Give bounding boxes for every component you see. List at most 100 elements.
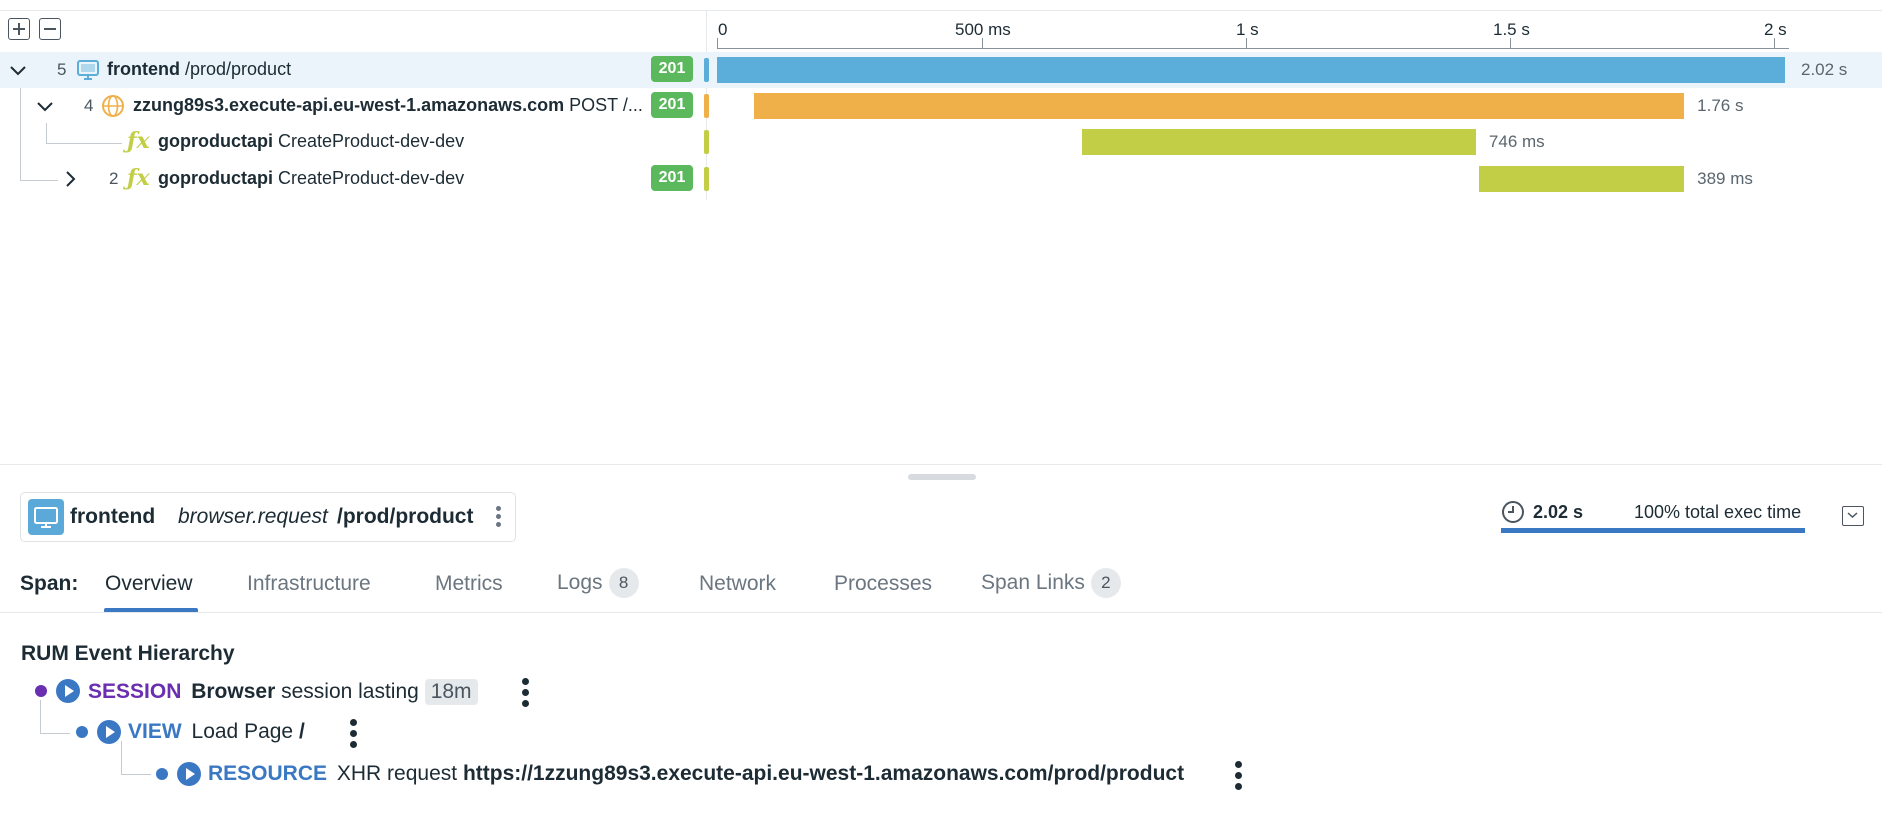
service-name: zzung89s3.execute-api.eu-west-1.amazonaw… <box>133 95 565 115</box>
span-duration: 389 ms <box>1697 169 1753 188</box>
chevron-right-icon[interactable] <box>60 169 80 189</box>
axis-tick-label: 0 <box>718 20 728 39</box>
function-icon: ƒx <box>127 128 150 154</box>
chevron-down-icon[interactable] <box>35 96 55 116</box>
resource-name: POST /... <box>569 95 643 115</box>
function-icon: ƒx <box>127 165 150 191</box>
tree-connector <box>40 733 70 734</box>
tab-infrastructure[interactable]: Infrastructure <box>247 572 371 596</box>
tab-label: Logs <box>557 571 603 594</box>
rum-view-row[interactable]: VIEW Load Page / <box>128 720 305 744</box>
chevron-down-icon[interactable] <box>8 60 28 80</box>
span-operation-name: browser.request <box>178 505 328 528</box>
play-icon[interactable] <box>177 762 201 786</box>
tree-connector <box>40 700 41 733</box>
service-name: goproductapi <box>158 168 273 188</box>
axis-tick-label: 1 s <box>1236 20 1259 39</box>
rum-event-bold: https://1zzung89s3.execute-api.eu-west-1… <box>462 762 1185 785</box>
rum-event-text: session lasting <box>281 680 419 703</box>
tab-metrics[interactable]: Metrics <box>435 572 503 596</box>
rum-resource-row[interactable]: RESOURCE XHR request https://1zzung89s3.… <box>208 762 1184 786</box>
span-label: goproductapi CreateProduct-dev-dev <box>158 168 464 189</box>
collapse-all-button[interactable] <box>39 18 61 40</box>
rum-event-text: XHR request <box>336 762 458 785</box>
tab-label: Infrastructure <box>247 572 371 595</box>
tab-label: Metrics <box>435 572 503 595</box>
status-badge: 201 <box>651 165 693 191</box>
monitor-icon <box>76 59 100 86</box>
tab-label: Span Links <box>981 571 1085 594</box>
span-bar[interactable] <box>1478 166 1685 192</box>
monitor-icon <box>28 499 64 535</box>
span-row[interactable]: ƒx goproductapi CreateProduct-dev-dev 74… <box>0 124 1882 160</box>
span-bar[interactable] <box>717 57 1785 83</box>
span-tabs-label: Span: <box>20 572 79 595</box>
rum-event-type: SESSION <box>88 680 182 703</box>
rum-session-row[interactable]: SESSION Browser session lasting 18m <box>88 679 478 705</box>
span-child-count: 2 <box>109 169 119 188</box>
tab-label: Network <box>699 572 777 595</box>
span-resource-name: /prod/product <box>337 505 474 528</box>
tab-overview[interactable]: Overview <box>105 572 193 596</box>
span-duration-summary: 2.02 s <box>1533 502 1584 522</box>
exec-time-label: 100% total exec time <box>1634 502 1802 522</box>
service-name: goproductapi <box>158 131 273 151</box>
axis-tick-label: 1.5 s <box>1493 20 1530 39</box>
span-bar[interactable] <box>1081 129 1476 155</box>
resize-handle[interactable] <box>908 474 976 480</box>
tab-logs[interactable]: Logs 8 <box>557 568 639 598</box>
span-service-name: frontend <box>70 505 156 528</box>
status-badge: 201 <box>651 92 693 118</box>
resource-name: /prod/product <box>185 59 292 79</box>
rum-event-type: VIEW <box>128 720 182 743</box>
span-row[interactable]: 2 ƒx goproductapi CreateProduct-dev-dev … <box>0 161 1882 197</box>
rum-event-text: Load Page <box>191 720 294 743</box>
span-color-marker <box>704 58 709 82</box>
rum-event-bold: / <box>298 720 305 743</box>
resource-name: CreateProduct-dev-dev <box>278 168 465 188</box>
session-dot <box>35 685 47 697</box>
span-row[interactable]: 4 zzung89s3.execute-api.eu-west-1.amazon… <box>0 88 1882 124</box>
span-bar[interactable] <box>753 93 1685 119</box>
exec-time-track <box>1501 528 1805 533</box>
tab-processes[interactable]: Processes <box>834 572 932 596</box>
axis-tick-label: 500 ms <box>955 20 1011 39</box>
span-header-card: frontend browser.request /prod/product <box>20 492 516 542</box>
view-dot <box>76 726 88 738</box>
rum-section-title: RUM Event Hierarchy <box>21 642 235 665</box>
tab-network[interactable]: Network <box>699 572 776 596</box>
span-label: zzung89s3.execute-api.eu-west-1.amazonaw… <box>133 95 643 116</box>
span-duration: 746 ms <box>1488 132 1545 151</box>
tab-span-links[interactable]: Span Links 2 <box>981 568 1121 598</box>
tabs-separator <box>0 612 1882 613</box>
expand-all-button[interactable] <box>8 18 30 40</box>
top-border <box>0 10 1882 11</box>
service-name: frontend <box>107 59 180 79</box>
view-menu-kebab-icon[interactable] <box>350 719 357 752</box>
tab-label: Processes <box>834 572 933 595</box>
span-child-count: 4 <box>84 96 94 115</box>
play-icon[interactable] <box>97 720 121 744</box>
span-menu-kebab-icon[interactable] <box>496 506 502 530</box>
collapse-panel-button[interactable] <box>1842 506 1864 526</box>
span-duration: 2.02 s <box>1801 60 1848 79</box>
clock-icon <box>1501 500 1525 529</box>
span-duration: 1.76 s <box>1697 96 1744 115</box>
session-duration-pill: 18m <box>424 679 478 705</box>
rum-event-type: RESOURCE <box>208 762 328 785</box>
resource-dot <box>156 768 168 780</box>
axis-tick-label: 2 s <box>1764 20 1787 39</box>
tree-connector <box>121 774 151 775</box>
tree-connector <box>121 741 122 774</box>
span-label: frontend /prod/product <box>107 59 291 80</box>
span-row[interactable]: 5 frontend /prod/product 201 2.02 s <box>0 52 1882 88</box>
span-child-count: 5 <box>57 60 67 79</box>
play-icon[interactable] <box>56 679 80 703</box>
tab-count-badge: 2 <box>1090 568 1121 598</box>
session-menu-kebab-icon[interactable] <box>522 678 529 711</box>
time-axis <box>717 48 1789 49</box>
resource-menu-kebab-icon[interactable] <box>1235 761 1242 794</box>
span-color-marker <box>704 94 709 118</box>
status-badge: 201 <box>651 56 693 82</box>
tab-count-badge: 8 <box>608 568 639 598</box>
